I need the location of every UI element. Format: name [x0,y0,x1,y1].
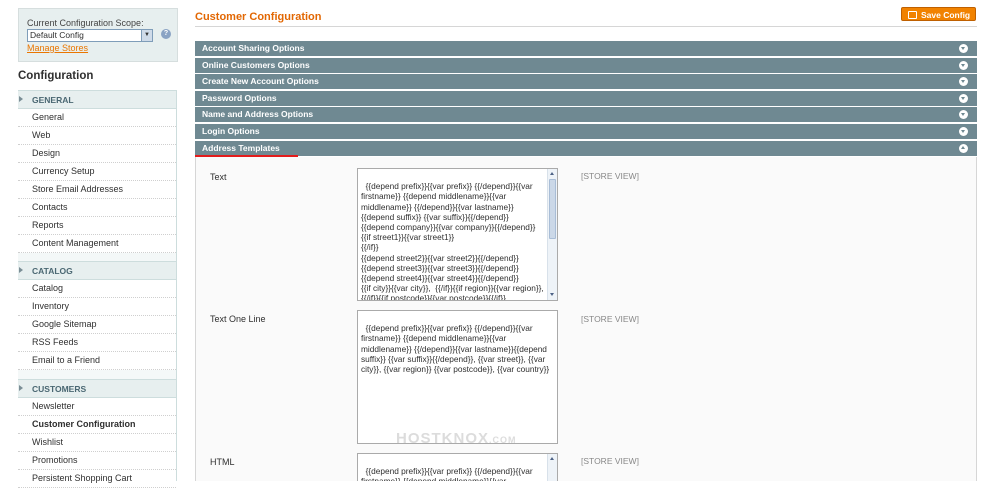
scope-label: Current Configuration Scope: [27,18,144,28]
scope-select[interactable]: Default Config ▼ [27,29,153,42]
section-password-options[interactable]: Password Options [195,90,977,106]
collapse-icon[interactable] [959,143,968,153]
sidebar-item-rss-feeds[interactable]: RSS Feeds [18,334,176,352]
page-title: Customer Configuration [195,11,322,23]
sidebar-item-email-to-a-friend[interactable]: Email to a Friend [18,352,176,370]
section-label: Name and Address Options [202,109,314,120]
section-label: Login Options [202,125,260,136]
scroll-down-icon[interactable] [550,293,554,296]
caret-right-icon [19,267,23,273]
help-icon[interactable]: ? [161,29,171,39]
chevron-down-icon[interactable]: ▼ [141,30,152,41]
watermark-suffix: .COM [489,435,517,445]
scrollbar-thumb[interactable] [549,179,556,239]
manage-stores-link[interactable]: Manage Stores [27,43,88,53]
sidebar-group-header[interactable]: CUSTOMERS [18,379,176,398]
field-label-text-one-line: Text One Line [210,314,266,324]
scroll-up-icon[interactable] [550,172,554,175]
caret-right-icon [19,96,23,102]
sidebar-group-general: GENERAL General Web Design Currency Setu… [18,90,176,253]
sidebar-item-reports[interactable]: Reports [18,217,176,235]
expand-icon[interactable] [959,44,968,53]
expand-icon[interactable] [959,60,968,70]
expand-icon[interactable] [959,93,968,103]
scope-tag: [STORE VIEW] [581,171,639,181]
sidebar-item-general[interactable]: General [18,109,176,127]
html-template-textarea[interactable]: {{depend prefix}}{{var prefix}} {{/depen… [357,453,558,481]
sidebar-item-customer-configuration[interactable]: Customer Configuration [18,416,176,434]
scope-select-value: Default Config [30,30,84,40]
sidebar-title: Configuration [18,70,94,82]
sidebar-group-title: CATALOG [32,266,73,276]
scope-tag: [STORE VIEW] [581,314,639,324]
sidebar-item-persistent-shopping-cart[interactable]: Persistent Shopping Cart [18,470,176,488]
sidebar-item-newsletter[interactable]: Newsletter [18,398,176,416]
textarea-scrollbar[interactable] [547,454,557,481]
save-config-label: Save Config [921,10,971,20]
expand-icon[interactable] [959,77,968,87]
sidebar-group-catalog: CATALOG Catalog Inventory Google Sitemap… [18,261,176,370]
sidebar-item-store-email-addresses[interactable]: Store Email Addresses [18,181,176,199]
section-account-sharing-options[interactable]: Account Sharing Options [195,41,977,56]
text-one-line-template-textarea[interactable]: {{depend prefix}}{{var prefix}} {{/depen… [357,310,558,444]
section-create-new-account-options[interactable]: Create New Account Options [195,74,977,90]
sidebar-item-design[interactable]: Design [18,145,176,163]
caret-right-icon [19,385,23,391]
scope-tag: [STORE VIEW] [581,456,639,466]
field-label-html: HTML [210,457,235,467]
config-sections: Account Sharing Options Online Customers… [195,41,977,157]
sidebar-group-header[interactable]: CATALOG [18,261,176,280]
section-label: Online Customers Options [202,59,310,70]
sidebar-group-title: CUSTOMERS [32,384,87,394]
sidebar-item-promotions[interactable]: Promotions [18,452,176,470]
title-divider [195,26,977,27]
sidebar-group-header[interactable]: GENERAL [18,90,176,109]
text-template-value: {{depend prefix}}{{var prefix}} {{/depen… [361,181,544,301]
section-label: Account Sharing Options [202,43,305,53]
sidebar-item-web[interactable]: Web [18,127,176,145]
sidebar-item-currency-setup[interactable]: Currency Setup [18,163,176,181]
text-template-textarea[interactable]: {{depend prefix}}{{var prefix}} {{/depen… [357,168,558,301]
sidebar-item-google-sitemap[interactable]: Google Sitemap [18,316,176,334]
watermark: HOSTKNOX.COM [396,430,517,447]
section-label: Address Templates [202,142,280,153]
html-template-value: {{depend prefix}}{{var prefix}} {{/depen… [361,466,533,481]
scroll-up-icon[interactable] [550,457,554,460]
section-address-templates[interactable]: Address Templates [195,140,977,156]
textarea-scrollbar[interactable] [547,169,557,300]
scope-switcher: Current Configuration Scope: Default Con… [18,8,178,62]
sidebar-item-catalog[interactable]: Catalog [18,280,176,298]
sidebar-item-inventory[interactable]: Inventory [18,298,176,316]
save-icon [908,11,917,19]
sidebar-group-customers: CUSTOMERS Newsletter Customer Configurat… [18,379,176,488]
save-config-button[interactable]: Save Config [901,7,976,21]
section-label: Create New Account Options [202,76,319,87]
watermark-text: HOSTKNOX [396,430,490,447]
sidebar-item-wishlist[interactable]: Wishlist [18,434,176,452]
section-online-customers-options[interactable]: Online Customers Options [195,57,977,73]
section-label: Password Options [202,92,277,103]
sidebar-group-title: GENERAL [32,95,74,105]
sidebar-item-content-management[interactable]: Content Management [18,235,176,253]
field-label-text: Text [210,172,227,182]
section-name-and-address-options[interactable]: Name and Address Options [195,107,977,123]
expand-icon[interactable] [959,126,968,136]
section-login-options[interactable]: Login Options [195,123,977,139]
expand-icon[interactable] [959,110,968,120]
text-one-line-template-value: {{depend prefix}}{{var prefix}} {{/depen… [361,323,550,375]
sidebar-item-contacts[interactable]: Contacts [18,199,176,217]
